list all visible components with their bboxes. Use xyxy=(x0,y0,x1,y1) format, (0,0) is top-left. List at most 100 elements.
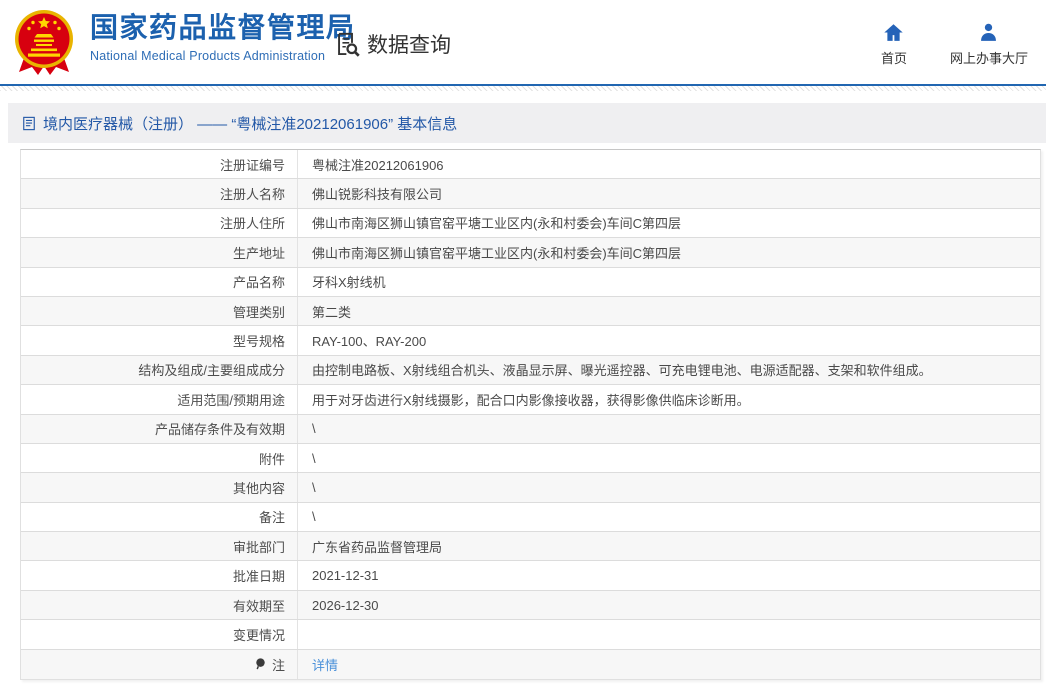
row-label-cell: 注 xyxy=(21,650,297,679)
row-value: \ xyxy=(312,450,316,466)
row-label-cell: 变更情况 xyxy=(21,620,297,648)
row-value-cell: 粤械注准20212061906 xyxy=(297,150,1040,179)
table-row: 型号规格 RAY-100、RAY-200 xyxy=(21,326,1040,356)
row-label: 管理类别 xyxy=(232,304,285,320)
row-value-cell: \ xyxy=(297,443,1040,473)
row-label: 结构及组成/主要组成成分 xyxy=(138,363,285,379)
org-name-en: National Medical Products Administration xyxy=(90,48,326,63)
table-row: 附件 \ xyxy=(21,443,1040,474)
table-row: 备注 \ xyxy=(21,502,1040,533)
row-value: 2021-12-31 xyxy=(312,568,379,584)
table-row: 有效期至 2026-12-30 xyxy=(21,590,1040,621)
table-row: 注册证编号 粤械注准20212061906 xyxy=(21,150,1040,180)
row-label: 备注 xyxy=(258,510,285,526)
row-label: 注册人名称 xyxy=(219,187,285,203)
nav-item-label: 首页 xyxy=(880,51,907,66)
row-value-cell: 佛山市南海区狮山镇官窑平塘工业区内(永和村委会)车间C第四层 xyxy=(297,208,1040,238)
table-row: 其他内容 \ xyxy=(21,473,1040,503)
hatch-divider xyxy=(0,86,1046,91)
row-label: 产品储存条件及有效期 xyxy=(154,422,285,438)
row-value: \ xyxy=(312,421,316,437)
detail-table: 注册证编号 粤械注准20212061906 注册人名称 佛山锐影科技有限公司 注… xyxy=(20,149,1041,681)
table-row: 适用范围/预期用途 用于对牙齿进行X射线摄影，配合口内影像接收器，获得影像供临床… xyxy=(21,385,1040,415)
row-label-cell: 注册人名称 xyxy=(21,179,297,207)
org-title-block: 国家药品监督管理局 National Medical Products Admi… xyxy=(90,12,356,63)
org-name-cn: 国家药品监督管理局 xyxy=(90,12,356,43)
table-row: 产品储存条件及有效期 \ xyxy=(21,414,1040,444)
table-row: 注册人名称 佛山锐影科技有限公司 xyxy=(21,179,1040,209)
row-value-cell: 2026-12-30 xyxy=(297,590,1040,620)
nav-item-service-hall[interactable]: 网上办事大厅 xyxy=(950,22,1028,67)
header-nav: 首页 网上办事大厅 xyxy=(872,22,1028,67)
row-label: 产品名称 xyxy=(232,275,285,291)
row-label-cell: 注册证编号 xyxy=(21,150,297,178)
document-icon xyxy=(23,116,35,130)
row-value-cell: 由控制电路板、X射线组合机头、液晶显示屏、曝光遥控器、可充电锂电池、电源适配器、… xyxy=(297,355,1040,385)
row-value-cell: 2021-12-31 xyxy=(297,561,1040,590)
row-value: 粤械注准20212061906 xyxy=(312,157,444,173)
row-label-cell: 产品储存条件及有效期 xyxy=(21,415,297,443)
nav-item-home[interactable]: 首页 xyxy=(872,22,916,67)
row-value: 佛山市南海区狮山镇官窑平塘工业区内(永和村委会)车间C第四层 xyxy=(312,245,682,261)
row-value: 牙科X射线机 xyxy=(312,275,386,291)
row-label: 批准日期 xyxy=(232,569,285,585)
row-value: 佛山锐影科技有限公司 xyxy=(312,187,443,203)
row-label: 型号规格 xyxy=(232,334,285,350)
table-row: 变更情况 xyxy=(21,620,1040,650)
row-value-cell: 广东省药品监督管理局 xyxy=(297,532,1040,561)
page-title: 境内医疗器械（注册） —— “粤械注准20212061906” 基本信息 xyxy=(43,115,458,133)
data-query-tab[interactable]: 数据查询 xyxy=(334,29,451,59)
row-label-cell: 批准日期 xyxy=(21,561,297,589)
row-value: 用于对牙齿进行X射线摄影，配合口内影像接收器，获得影像供临床诊断用。 xyxy=(312,392,750,408)
home-icon xyxy=(884,24,904,41)
row-value-cell: \ xyxy=(297,414,1040,443)
row-value-cell: 佛山市南海区狮山镇官窑平塘工业区内(永和村委会)车间C第四层 xyxy=(297,238,1040,267)
table-row: 注册人住所 佛山市南海区狮山镇官窑平塘工业区内(永和村委会)车间C第四层 xyxy=(21,208,1040,239)
row-value: 由控制电路板、X射线组合机头、液晶显示屏、曝光遥控器、可充电锂电池、电源适配器、… xyxy=(312,363,932,379)
row-value: 佛山市南海区狮山镇官窑平塘工业区内(永和村委会)车间C第四层 xyxy=(312,216,682,232)
row-label: 注册证编号 xyxy=(219,157,285,173)
row-label-cell: 注册人住所 xyxy=(21,209,297,237)
row-label: 注册人住所 xyxy=(219,216,285,232)
row-value-cell: 用于对牙齿进行X射线摄影，配合口内影像接收器，获得影像供临床诊断用。 xyxy=(297,385,1040,414)
row-label-cell: 适用范围/预期用途 xyxy=(21,385,297,413)
row-value-cell: \ xyxy=(297,502,1040,532)
row-label: 注 xyxy=(271,657,285,673)
row-value-cell: 佛山锐影科技有限公司 xyxy=(297,179,1040,208)
table-row: 结构及组成/主要组成成分 由控制电路板、X射线组合机头、液晶显示屏、曝光遥控器、… xyxy=(21,355,1040,386)
table-row: 产品名称 牙科X射线机 xyxy=(21,267,1040,297)
row-label-cell: 结构及组成/主要组成成分 xyxy=(21,356,297,384)
nav-item-label: 网上办事大厅 xyxy=(949,51,1028,66)
row-value-cell xyxy=(297,620,1040,649)
note-icon xyxy=(255,658,266,670)
row-label: 其他内容 xyxy=(232,480,285,496)
breadcrumb: 境内医疗器械（注册） —— “粤械注准20212061906” 基本信息 xyxy=(8,103,1046,143)
row-value-cell: RAY-100、RAY-200 xyxy=(297,326,1040,355)
table-row: 审批部门 广东省药品监督管理局 xyxy=(21,532,1040,562)
row-label-cell: 生产地址 xyxy=(21,238,297,266)
table-row: 管理类别 第二类 xyxy=(21,296,1040,327)
row-value-cell: 第二类 xyxy=(297,296,1040,326)
table-row: 批准日期 2021-12-31 xyxy=(21,561,1040,591)
row-value: RAY-100、RAY-200 xyxy=(312,334,427,350)
row-label: 适用范围/预期用途 xyxy=(177,392,285,408)
row-label: 审批部门 xyxy=(232,539,285,555)
row-label-cell: 型号规格 xyxy=(21,326,297,354)
row-value: 广东省药品监督管理局 xyxy=(312,539,443,555)
national-emblem-logo xyxy=(15,10,73,75)
row-value-cell: \ xyxy=(297,473,1040,502)
row-label: 变更情况 xyxy=(232,627,285,643)
row-label-cell: 审批部门 xyxy=(21,532,297,560)
data-query-label: 数据查询 xyxy=(367,34,451,57)
row-label: 附件 xyxy=(258,451,285,467)
data-query-icon xyxy=(338,32,360,57)
row-value-cell: 牙科X射线机 xyxy=(297,267,1040,296)
table-row: 生产地址 佛山市南海区狮山镇官窑平塘工业区内(永和村委会)车间C第四层 xyxy=(21,238,1040,268)
detail-link[interactable]: 详情 xyxy=(312,655,338,674)
row-value: \ xyxy=(312,479,316,495)
row-value: 第二类 xyxy=(312,304,352,320)
row-label: 生产地址 xyxy=(232,245,285,261)
row-label-cell: 其他内容 xyxy=(21,473,297,501)
row-value-cell: 详情 xyxy=(297,649,1040,680)
row-label-cell: 附件 xyxy=(21,444,297,472)
